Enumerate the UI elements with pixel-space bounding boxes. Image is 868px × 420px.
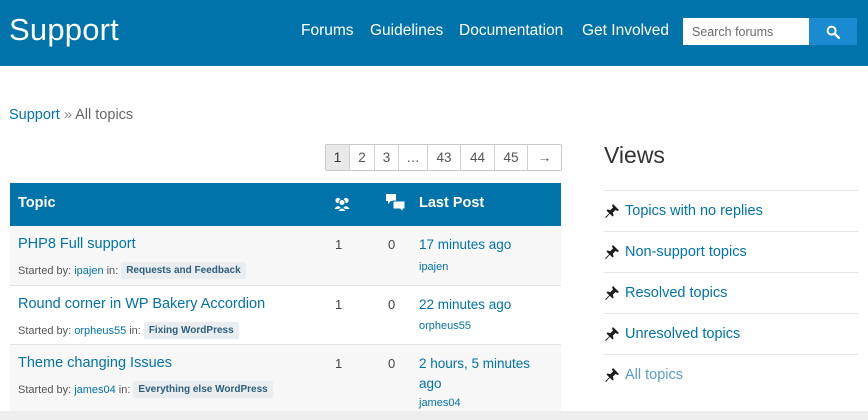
topic-title-link[interactable]: Round corner in WP Bakery Accordion <box>18 296 265 312</box>
column-header-last-post: Last Post <box>419 195 485 211</box>
topic-meta: Started by: ipajen in: Requests and Feed… <box>18 262 246 279</box>
pagination: 1 2 3 … 43 44 45 → <box>325 144 562 171</box>
page-2-link[interactable]: 2 <box>350 145 375 170</box>
pin-icon <box>605 327 619 341</box>
pin-icon <box>605 368 619 382</box>
forum-badge-link[interactable]: Everything else WordPress <box>133 381 273 398</box>
pin-icon <box>605 204 619 218</box>
page-45-link[interactable]: 45 <box>495 145 528 170</box>
next-page-button[interactable]: → <box>528 145 561 170</box>
nav-documentation[interactable]: Documentation <box>459 22 563 40</box>
page-bottom-band <box>0 411 868 420</box>
pin-icon <box>605 286 619 300</box>
started-by-label: Started by: <box>18 324 72 337</box>
started-by-label: Started by: <box>18 264 72 277</box>
column-header-topic: Topic <box>18 195 56 211</box>
view-link[interactable]: Non-support topics <box>625 244 747 260</box>
breadcrumb-support-link[interactable]: Support <box>9 107 60 123</box>
breadcrumb-separator: » <box>63 107 72 123</box>
topics-table-header: Topic Last Post <box>10 183 561 226</box>
views-heading: Views <box>604 142 665 168</box>
topic-meta: Started by: orpheus55 in: Fixing WordPre… <box>18 322 239 339</box>
topic-meta: Started by: james04 in: Everything else … <box>18 381 273 398</box>
replies-count: 0 <box>388 297 396 312</box>
view-link[interactable]: Resolved topics <box>625 285 727 301</box>
last-post-time-link[interactable]: 22 minutes ago <box>419 295 549 315</box>
view-link[interactable]: All topics <box>625 367 683 383</box>
search-button[interactable] <box>809 18 857 45</box>
author-link[interactable]: orpheus55 <box>74 325 126 337</box>
table-row: Theme changing Issues Started by: james0… <box>10 345 561 411</box>
speech-bubbles-icon <box>385 192 407 219</box>
last-post-time-link[interactable]: 2 hours, 5 minutes ago <box>419 354 549 394</box>
in-label: in: <box>106 264 119 277</box>
view-item-non-support[interactable]: Non-support topics <box>604 231 858 272</box>
forum-badge-link[interactable]: Fixing WordPress <box>143 322 239 339</box>
last-poster-link[interactable]: ipajen <box>419 261 448 273</box>
forum-badge-link[interactable]: Requests and Feedback <box>121 262 246 279</box>
last-poster-link[interactable]: orpheus55 <box>419 320 471 332</box>
view-link[interactable]: Topics with no replies <box>625 203 763 219</box>
users-icon <box>333 195 351 218</box>
view-item-no-replies[interactable]: Topics with no replies <box>604 190 858 231</box>
page-3-link[interactable]: 3 <box>375 145 399 170</box>
page-1-current: 1 <box>326 145 350 170</box>
page-44-link[interactable]: 44 <box>461 145 495 170</box>
last-post-time-link[interactable]: 17 minutes ago <box>419 235 549 255</box>
nav-guidelines[interactable]: Guidelines <box>370 22 443 40</box>
page-ellipsis: … <box>399 145 428 170</box>
views-list: Topics with no replies Non-support topic… <box>604 190 858 395</box>
author-link[interactable]: james04 <box>74 384 116 396</box>
topic-title-link[interactable]: PHP8 Full support <box>18 236 136 252</box>
site-header: Support Forums Guidelines Documentation … <box>0 0 868 66</box>
breadcrumb-current: All topics <box>75 107 134 123</box>
replies-count: 0 <box>388 356 396 371</box>
in-label: in: <box>118 383 131 396</box>
view-item-resolved[interactable]: Resolved topics <box>604 272 858 313</box>
author-link[interactable]: ipajen <box>74 265 103 277</box>
in-label: in: <box>129 324 141 337</box>
voices-count: 1 <box>335 356 343 371</box>
search-icon <box>826 25 840 39</box>
table-row: PHP8 Full support Started by: ipajen in:… <box>10 226 561 286</box>
voices-count: 1 <box>335 237 343 252</box>
voices-count: 1 <box>335 297 343 312</box>
replies-count: 0 <box>388 237 396 252</box>
search-input[interactable] <box>683 18 809 45</box>
pin-icon <box>605 245 619 259</box>
page-43-link[interactable]: 43 <box>428 145 461 170</box>
breadcrumb: Support » All topics <box>9 107 133 123</box>
topic-title-link[interactable]: Theme changing Issues <box>18 355 172 371</box>
view-item-unresolved[interactable]: Unresolved topics <box>604 313 858 354</box>
nav-get-involved[interactable]: Get Involved <box>582 22 669 40</box>
site-brand[interactable]: Support <box>9 12 119 48</box>
last-poster-link[interactable]: james04 <box>419 397 461 409</box>
table-row: Round corner in WP Bakery Accordion Star… <box>10 286 561 345</box>
started-by-label: Started by: <box>18 383 72 396</box>
view-item-all-topics[interactable]: All topics <box>604 354 858 395</box>
nav-forums[interactable]: Forums <box>301 22 354 40</box>
view-link[interactable]: Unresolved topics <box>625 326 740 342</box>
